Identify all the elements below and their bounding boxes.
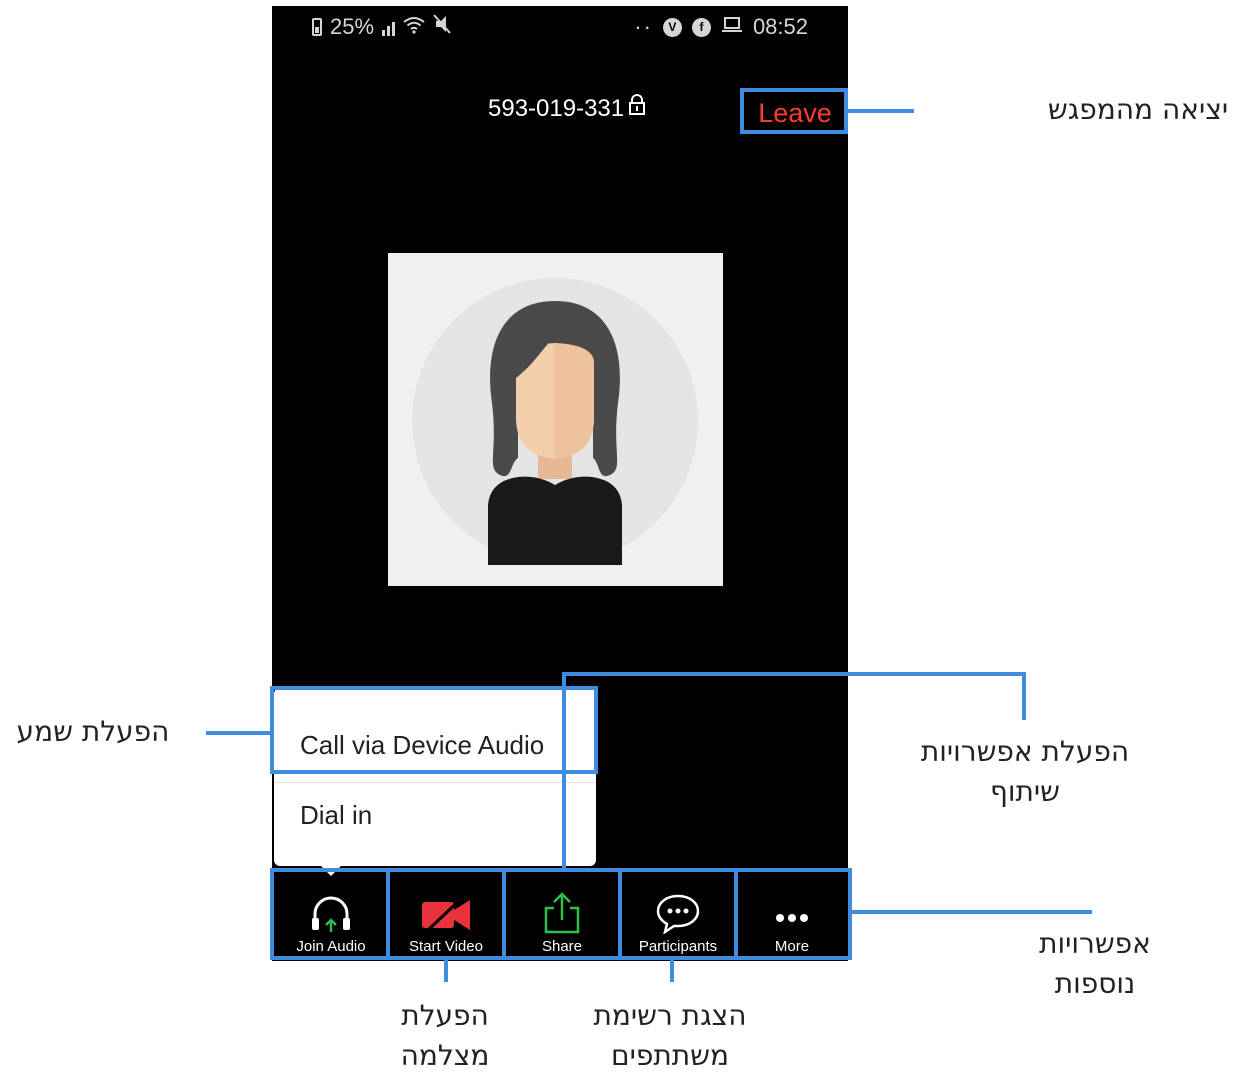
mute-notification-icon — [433, 14, 451, 40]
v-app-icon: V — [662, 17, 682, 37]
callout-participants-line1: הצגת רשימת — [593, 999, 747, 1032]
more-connector — [852, 910, 1092, 914]
signal-icon — [382, 18, 396, 36]
participant-video-tile — [388, 253, 723, 586]
start-video-highlight — [386, 868, 506, 960]
participants-connector — [670, 960, 674, 982]
share-connector-horizontal — [562, 672, 1026, 676]
callout-share-line1: הפעלת אפשרויות — [920, 735, 1130, 768]
status-bar: 25% ·· V f 08:52 — [272, 6, 848, 48]
avatar — [412, 278, 698, 565]
video-connector — [444, 960, 448, 982]
dial-in-option[interactable]: Dial in — [300, 800, 372, 831]
laptop-icon — [721, 14, 743, 40]
more-highlight — [734, 868, 852, 960]
callout-video: הפעלת מצלמה — [360, 996, 530, 1074]
status-dots: ·· — [634, 14, 653, 39]
callout-participants: הצגת רשימת משתתפים — [560, 996, 780, 1074]
callout-more: אפשרויות נוספות — [1000, 924, 1190, 1004]
lock-icon — [628, 94, 646, 123]
leave-connector — [848, 109, 914, 113]
battery-percent: 25% — [330, 14, 375, 39]
share-highlight — [502, 868, 622, 960]
menu-divider — [274, 782, 596, 783]
audio-option-highlight — [270, 686, 598, 774]
callout-participants-line2: משתתפים — [611, 1039, 729, 1072]
join-audio-highlight — [270, 868, 390, 960]
meeting-id: 593-019-331 — [488, 94, 646, 123]
callout-leave: יציאה מהמפגש — [1047, 93, 1229, 126]
battery-icon — [312, 18, 322, 36]
callout-video-line1: הפעלת — [401, 999, 489, 1032]
share-connector-drop — [1022, 672, 1026, 720]
share-connector-vertical — [562, 672, 566, 868]
audio-connector — [206, 731, 270, 735]
callout-video-line2: מצלמה — [400, 1039, 490, 1072]
clock-time: 08:52 — [752, 14, 808, 39]
callout-share-line2: שיתוף — [989, 775, 1061, 808]
participants-highlight — [618, 868, 738, 960]
phone-screen: 25% ·· V f 08:52 593-019-331 Leave Call … — [272, 6, 848, 961]
callout-audio: הפעלת שמע — [16, 715, 170, 748]
meeting-id-text: 593-019-331 — [488, 94, 625, 122]
callout-share: הפעלת אפשרויות שיתוף — [900, 732, 1150, 812]
wifi-icon — [403, 14, 425, 40]
callout-more-line1: אפשרויות — [1039, 927, 1151, 960]
facebook-icon: f — [691, 17, 711, 37]
callout-more-line2: נוספות — [1054, 967, 1136, 1000]
leave-highlight — [740, 88, 848, 134]
